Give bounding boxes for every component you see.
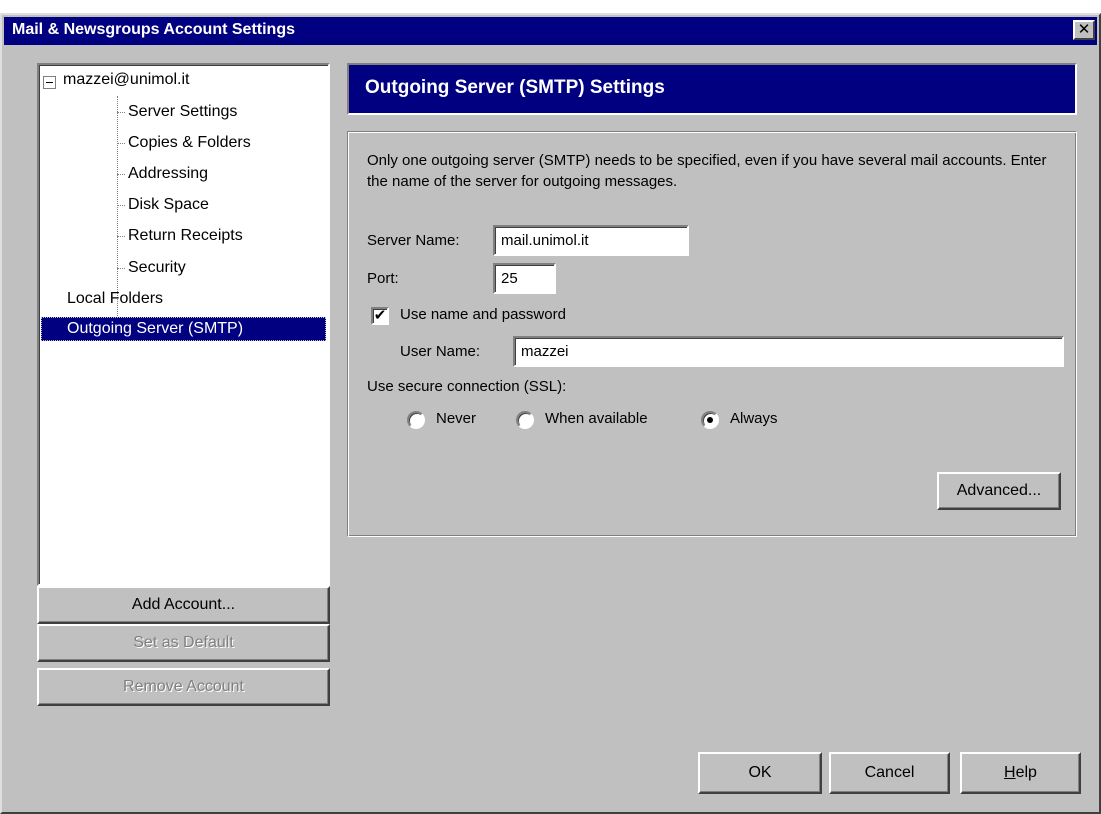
ok-button[interactable]: OK — [698, 752, 822, 794]
tree-branch — [117, 268, 125, 269]
help-button[interactable]: Help — [960, 752, 1081, 794]
cancel-button[interactable]: Cancel — [829, 752, 950, 794]
smtp-settings-group: Only one outgoing server (SMTP) needs to… — [347, 131, 1077, 537]
tree-item-local-folders[interactable]: Local Folders — [67, 287, 163, 311]
tree-item-account[interactable]: mazzei@unimol.it — [63, 68, 190, 92]
use-name-password-checkbox[interactable]: ✔ — [371, 307, 389, 325]
tree-branch — [117, 143, 125, 144]
description-text: Only one outgoing server (SMTP) needs to… — [367, 152, 1047, 190]
tree-item-outgoing-server[interactable]: Outgoing Server (SMTP) — [41, 317, 326, 341]
ssl-always-label[interactable]: Always — [730, 410, 778, 427]
ssl-never-label[interactable]: Never — [436, 410, 476, 427]
help-button-label: Help — [1004, 764, 1037, 781]
panel-title: Outgoing Server (SMTP) Settings — [365, 77, 665, 98]
title-bar[interactable]: Mail & Newsgroups Account Settings ✕ — [4, 17, 1097, 45]
ssl-never-radio[interactable] — [407, 411, 425, 429]
tree-item-addressing[interactable]: Addressing — [128, 162, 208, 186]
ssl-when-available-label[interactable]: When available — [545, 410, 648, 427]
tree-item-disk-space[interactable]: Disk Space — [128, 193, 209, 217]
tree-branch — [117, 112, 125, 113]
port-input[interactable]: 25 — [493, 263, 556, 294]
user-name-input[interactable]: mazzei — [513, 336, 1064, 367]
tree-branch — [117, 174, 125, 175]
ssl-always-radio[interactable] — [701, 411, 719, 429]
remove-account-button[interactable]: Remove Account — [37, 668, 330, 706]
add-account-button[interactable]: Add Account... — [37, 586, 330, 624]
tree-item-return-receipts[interactable]: Return Receipts — [128, 224, 243, 248]
tree-item-security[interactable]: Security — [128, 256, 186, 280]
account-tree[interactable]: mazzei@unimol.it Server Settings Copies … — [37, 63, 330, 586]
user-name-label: User Name: — [400, 343, 481, 360]
server-name-label: Server Name: — [367, 232, 460, 249]
window-title: Mail & Newsgroups Account Settings — [12, 21, 295, 38]
use-name-password-label[interactable]: Use name and password — [400, 306, 566, 323]
port-label: Port: — [367, 270, 399, 287]
tree-branch — [117, 205, 125, 206]
panel-header: Outgoing Server (SMTP) Settings — [347, 63, 1077, 115]
tree-item-server-settings[interactable]: Server Settings — [128, 100, 237, 124]
tree-item-copies-folders[interactable]: Copies & Folders — [128, 131, 251, 155]
close-icon[interactable]: ✕ — [1073, 20, 1095, 40]
account-settings-window: Mail & Newsgroups Account Settings ✕ maz… — [0, 13, 1101, 814]
ssl-label: Use secure connection (SSL): — [367, 378, 567, 395]
advanced-button[interactable]: Advanced... — [937, 472, 1061, 510]
radio-selected-dot — [707, 417, 713, 423]
ssl-when-available-radio[interactable] — [516, 411, 534, 429]
set-as-default-button[interactable]: Set as Default — [37, 624, 330, 662]
server-name-input[interactable]: mail.unimol.it — [493, 225, 689, 256]
tree-branch — [117, 236, 125, 237]
collapse-icon[interactable] — [43, 76, 56, 89]
